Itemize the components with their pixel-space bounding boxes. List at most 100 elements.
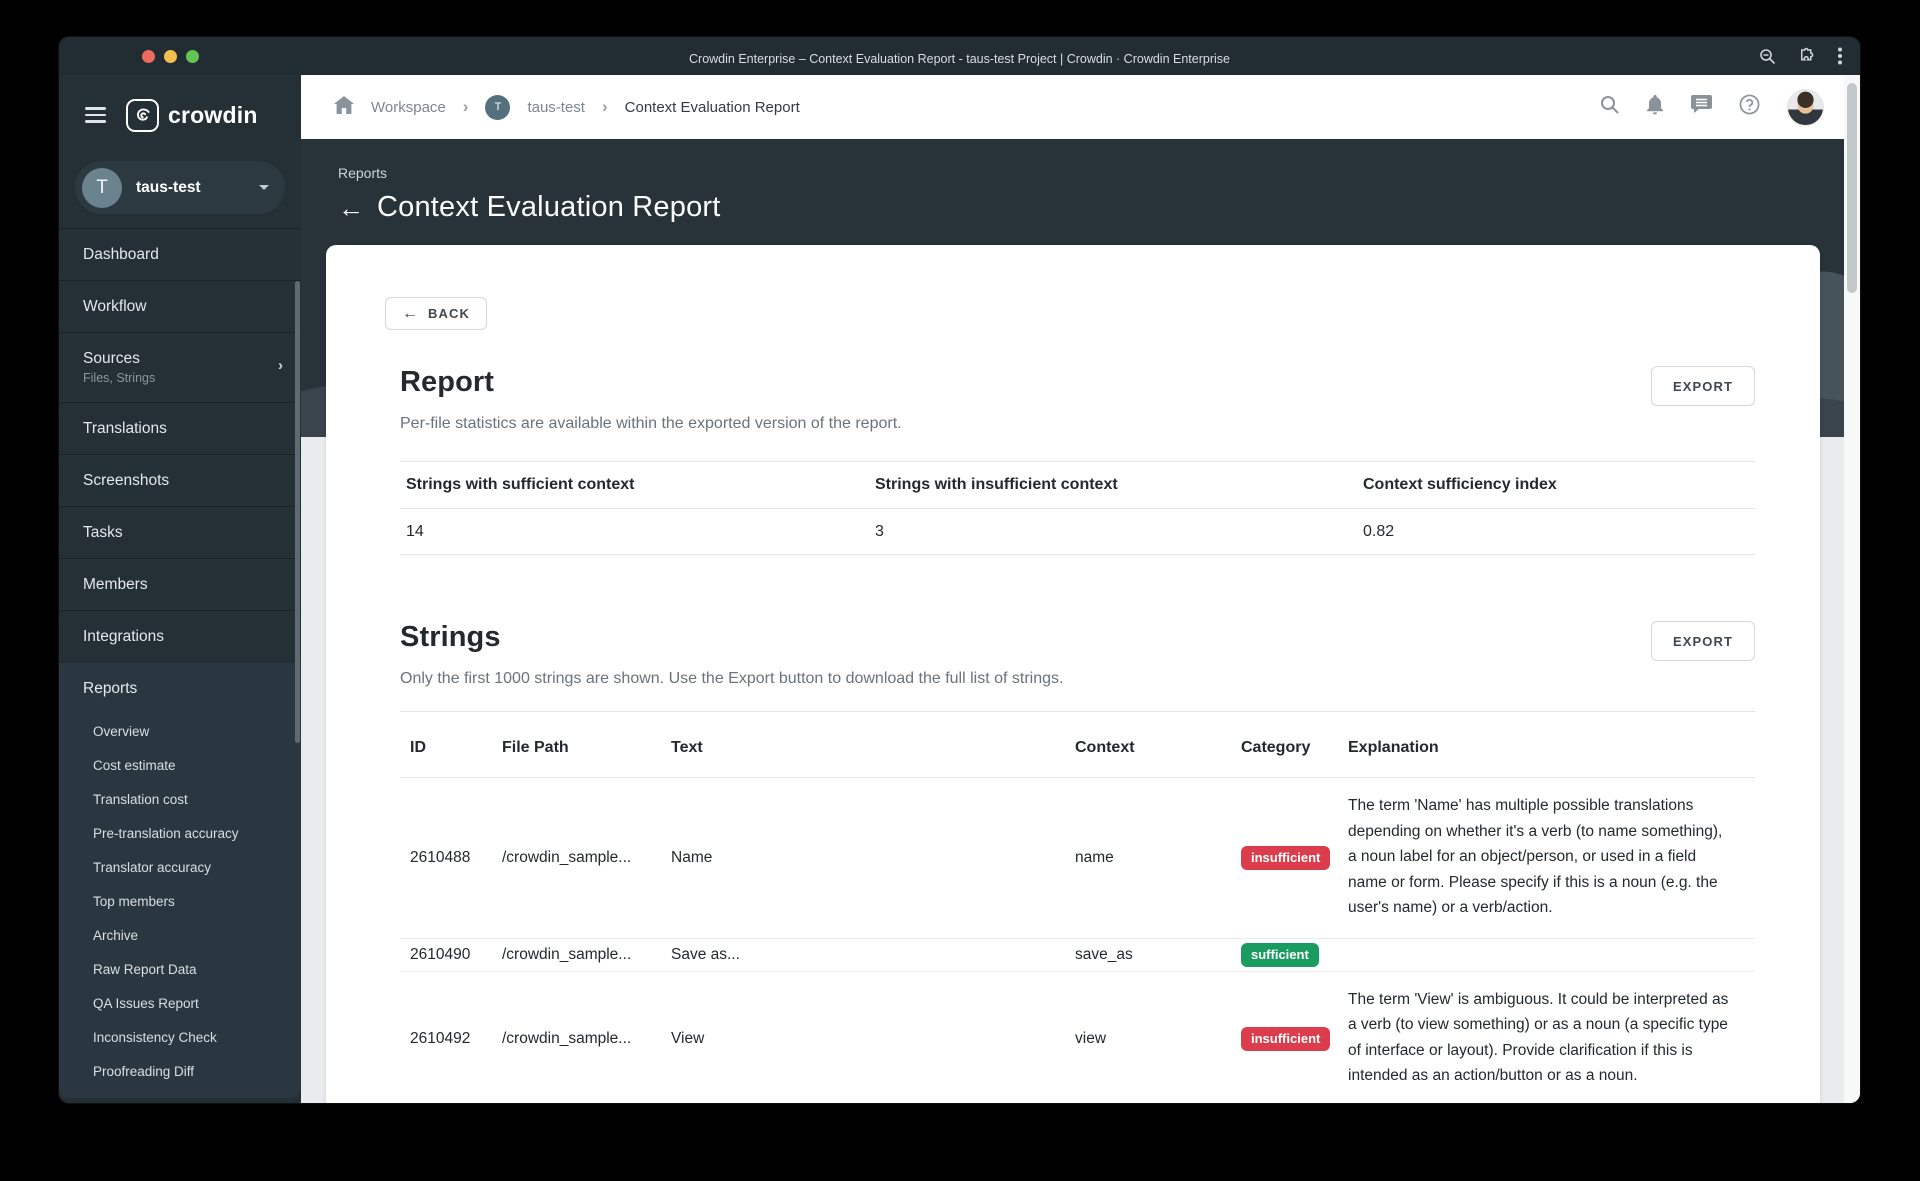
page-title: Context Evaluation Report (377, 191, 721, 223)
main-area: Workspace › T taus-test › Context Evalua… (301, 75, 1860, 1103)
table-row: 2610488 /crowdin_sample... Name name ins… (400, 778, 1755, 939)
breadcrumb: Workspace › T taus-test › Context Evalua… (334, 94, 800, 120)
cell-id: 2610488 (410, 848, 471, 866)
report-section-title: Report (400, 366, 495, 398)
breadcrumb-project-avatar[interactable]: T (485, 94, 511, 120)
stats-col-sufficient: Strings with sufficient context (406, 476, 635, 493)
report-card: ← BACK Report EXPORT Per-file statistics… (326, 245, 1820, 1103)
chevron-right-icon: › (601, 97, 608, 116)
sidebar-item-reports[interactable]: Reports (59, 662, 301, 714)
sidebar-reports-section: Reports Overview Cost estimate Translati… (59, 662, 301, 1098)
cell-text: Name (671, 848, 713, 866)
project-avatar: T (82, 167, 122, 208)
sidebar-report-subitem[interactable]: Inconsistency Check (59, 1020, 301, 1054)
strings-export-button[interactable]: EXPORT (1650, 621, 1755, 661)
cell-context: view (1075, 1029, 1107, 1047)
search-icon[interactable] (1600, 95, 1619, 119)
user-avatar[interactable] (1787, 88, 1824, 126)
cell-explanation (1338, 939, 1730, 971)
breadcrumb-workspace[interactable]: Workspace (371, 99, 446, 116)
sidebar-report-subitem[interactable]: Overview (59, 714, 301, 748)
browser-tab-title: Crowdin Enterprise – Context Evaluation … (689, 52, 1230, 66)
arrow-left-icon: ← (402, 304, 418, 322)
sidebar-report-subitem[interactable]: Translator accuracy (59, 850, 301, 884)
cell-text: Save as... (671, 945, 740, 963)
page-scrollbar[interactable] (1844, 75, 1860, 1103)
table-row: 2610490 /crowdin_sample... Save as... sa… (400, 939, 1755, 972)
hamburger-menu-icon[interactable] (85, 103, 106, 127)
cell-category: sufficient (1231, 942, 1338, 967)
sidebar-item-workflow[interactable]: Workflow (59, 280, 301, 332)
stats-col-insufficient: Strings with insufficient context (875, 476, 1118, 493)
cell-id: 2610490 (410, 945, 471, 963)
zoom-icon[interactable] (1759, 48, 1776, 65)
crowdin-logo[interactable]: crowdin (126, 98, 258, 132)
crowdin-wordmark: crowdin (168, 101, 258, 128)
crowdin-logo-icon (126, 98, 159, 132)
strings-table: ID File Path Text Context Category Expla… (400, 711, 1755, 1103)
cell-text: View (671, 1029, 705, 1047)
close-window-button[interactable] (142, 49, 155, 63)
breadcrumb-project[interactable]: taus-test (527, 99, 585, 116)
cell-id: 2610492 (410, 1029, 471, 1047)
traffic-lights (142, 37, 199, 75)
page-header-eyebrow: Reports (338, 165, 388, 181)
report-stats-table: Strings with sufficient context Strings … (400, 461, 1755, 555)
messages-icon[interactable] (1691, 95, 1712, 119)
sidebar-item-translations[interactable]: Translations (59, 402, 301, 454)
kebab-menu-icon[interactable] (1838, 47, 1842, 65)
sources-subtitle: Files, Strings (83, 371, 156, 385)
cell-context: save_as (1075, 945, 1133, 963)
sidebar-item-members[interactable]: Members (59, 558, 301, 610)
maximize-window-button[interactable] (186, 49, 199, 63)
strings-section-subtitle: Only the first 1000 strings are shown. U… (400, 670, 1064, 687)
page-scrollbar-thumb[interactable] (1847, 83, 1857, 293)
cell-file-path: /crowdin_sample... (502, 848, 632, 866)
browser-window: Crowdin Enterprise – Context Evaluation … (59, 37, 1860, 1103)
sidebar-report-subitem[interactable]: Cost estimate (59, 748, 301, 782)
minimize-window-button[interactable] (164, 49, 177, 63)
sidebar-item-dashboard[interactable]: Dashboard (59, 228, 301, 280)
category-badge: insufficient (1241, 1026, 1331, 1051)
chevron-down-icon (259, 185, 269, 190)
sidebar-item-sources[interactable]: Sources Files, Strings › (59, 332, 301, 402)
sidebar-scrollbar[interactable] (295, 281, 300, 743)
chevron-right-icon: › (462, 97, 469, 116)
sidebar-report-subitem[interactable]: Proofreading Diff (59, 1054, 301, 1088)
stats-col-index: Context sufficiency index (1363, 476, 1557, 493)
category-badge: insufficient (1241, 845, 1331, 870)
stats-value-index: 0.82 (1363, 522, 1395, 540)
cell-explanation: The term 'View' is ambiguous. It could b… (1348, 990, 1729, 1085)
notifications-bell-icon[interactable] (1646, 94, 1664, 120)
sidebar-report-subitem[interactable]: Archive (59, 918, 301, 952)
sidebar-report-subitem[interactable]: Translation cost (59, 782, 301, 816)
strings-table-body: 2610488 /crowdin_sample... Name name ins… (400, 778, 1755, 1103)
home-icon[interactable] (334, 96, 354, 118)
sidebar: crowdin T taus-test Dashboard Workflow S… (59, 75, 301, 1103)
top-navigation-bar: Workspace › T taus-test › Context Evalua… (301, 75, 1860, 139)
browser-titlebar: Crowdin Enterprise – Context Evaluation … (59, 37, 1860, 75)
table-row: 2610492 /crowdin_sample... View view ins… (400, 972, 1755, 1104)
project-selector[interactable]: T taus-test (75, 161, 285, 214)
extensions-icon[interactable] (1798, 47, 1816, 65)
category-badge: sufficient (1241, 942, 1319, 967)
report-section-subtitle: Per-file statistics are available within… (400, 415, 902, 432)
sidebar-item-integrations[interactable]: Integrations (59, 610, 301, 662)
stats-value-insufficient: 3 (875, 522, 884, 540)
strings-section-title: Strings (400, 621, 501, 653)
sidebar-report-subitem[interactable]: Raw Report Data (59, 952, 301, 986)
cell-context: name (1075, 848, 1114, 866)
sidebar-report-subitem[interactable]: QA Issues Report (59, 986, 301, 1020)
sidebar-report-subitem[interactable]: Top members (59, 884, 301, 918)
cell-category: insufficient (1231, 1026, 1338, 1051)
sidebar-item-screenshots[interactable]: Screenshots (59, 454, 301, 506)
stats-value-sufficient: 14 (406, 522, 424, 540)
sidebar-item-tasks[interactable]: Tasks (59, 506, 301, 558)
back-button[interactable]: ← BACK (385, 297, 487, 330)
sidebar-report-subitem[interactable]: Pre-translation accuracy (59, 816, 301, 850)
strings-table-header: ID File Path Text Context Category Expla… (400, 712, 1755, 778)
report-export-button[interactable]: EXPORT (1650, 366, 1755, 406)
cell-file-path: /crowdin_sample... (502, 1029, 632, 1047)
back-arrow-icon[interactable]: ← (338, 195, 364, 221)
help-icon[interactable] (1739, 94, 1760, 120)
